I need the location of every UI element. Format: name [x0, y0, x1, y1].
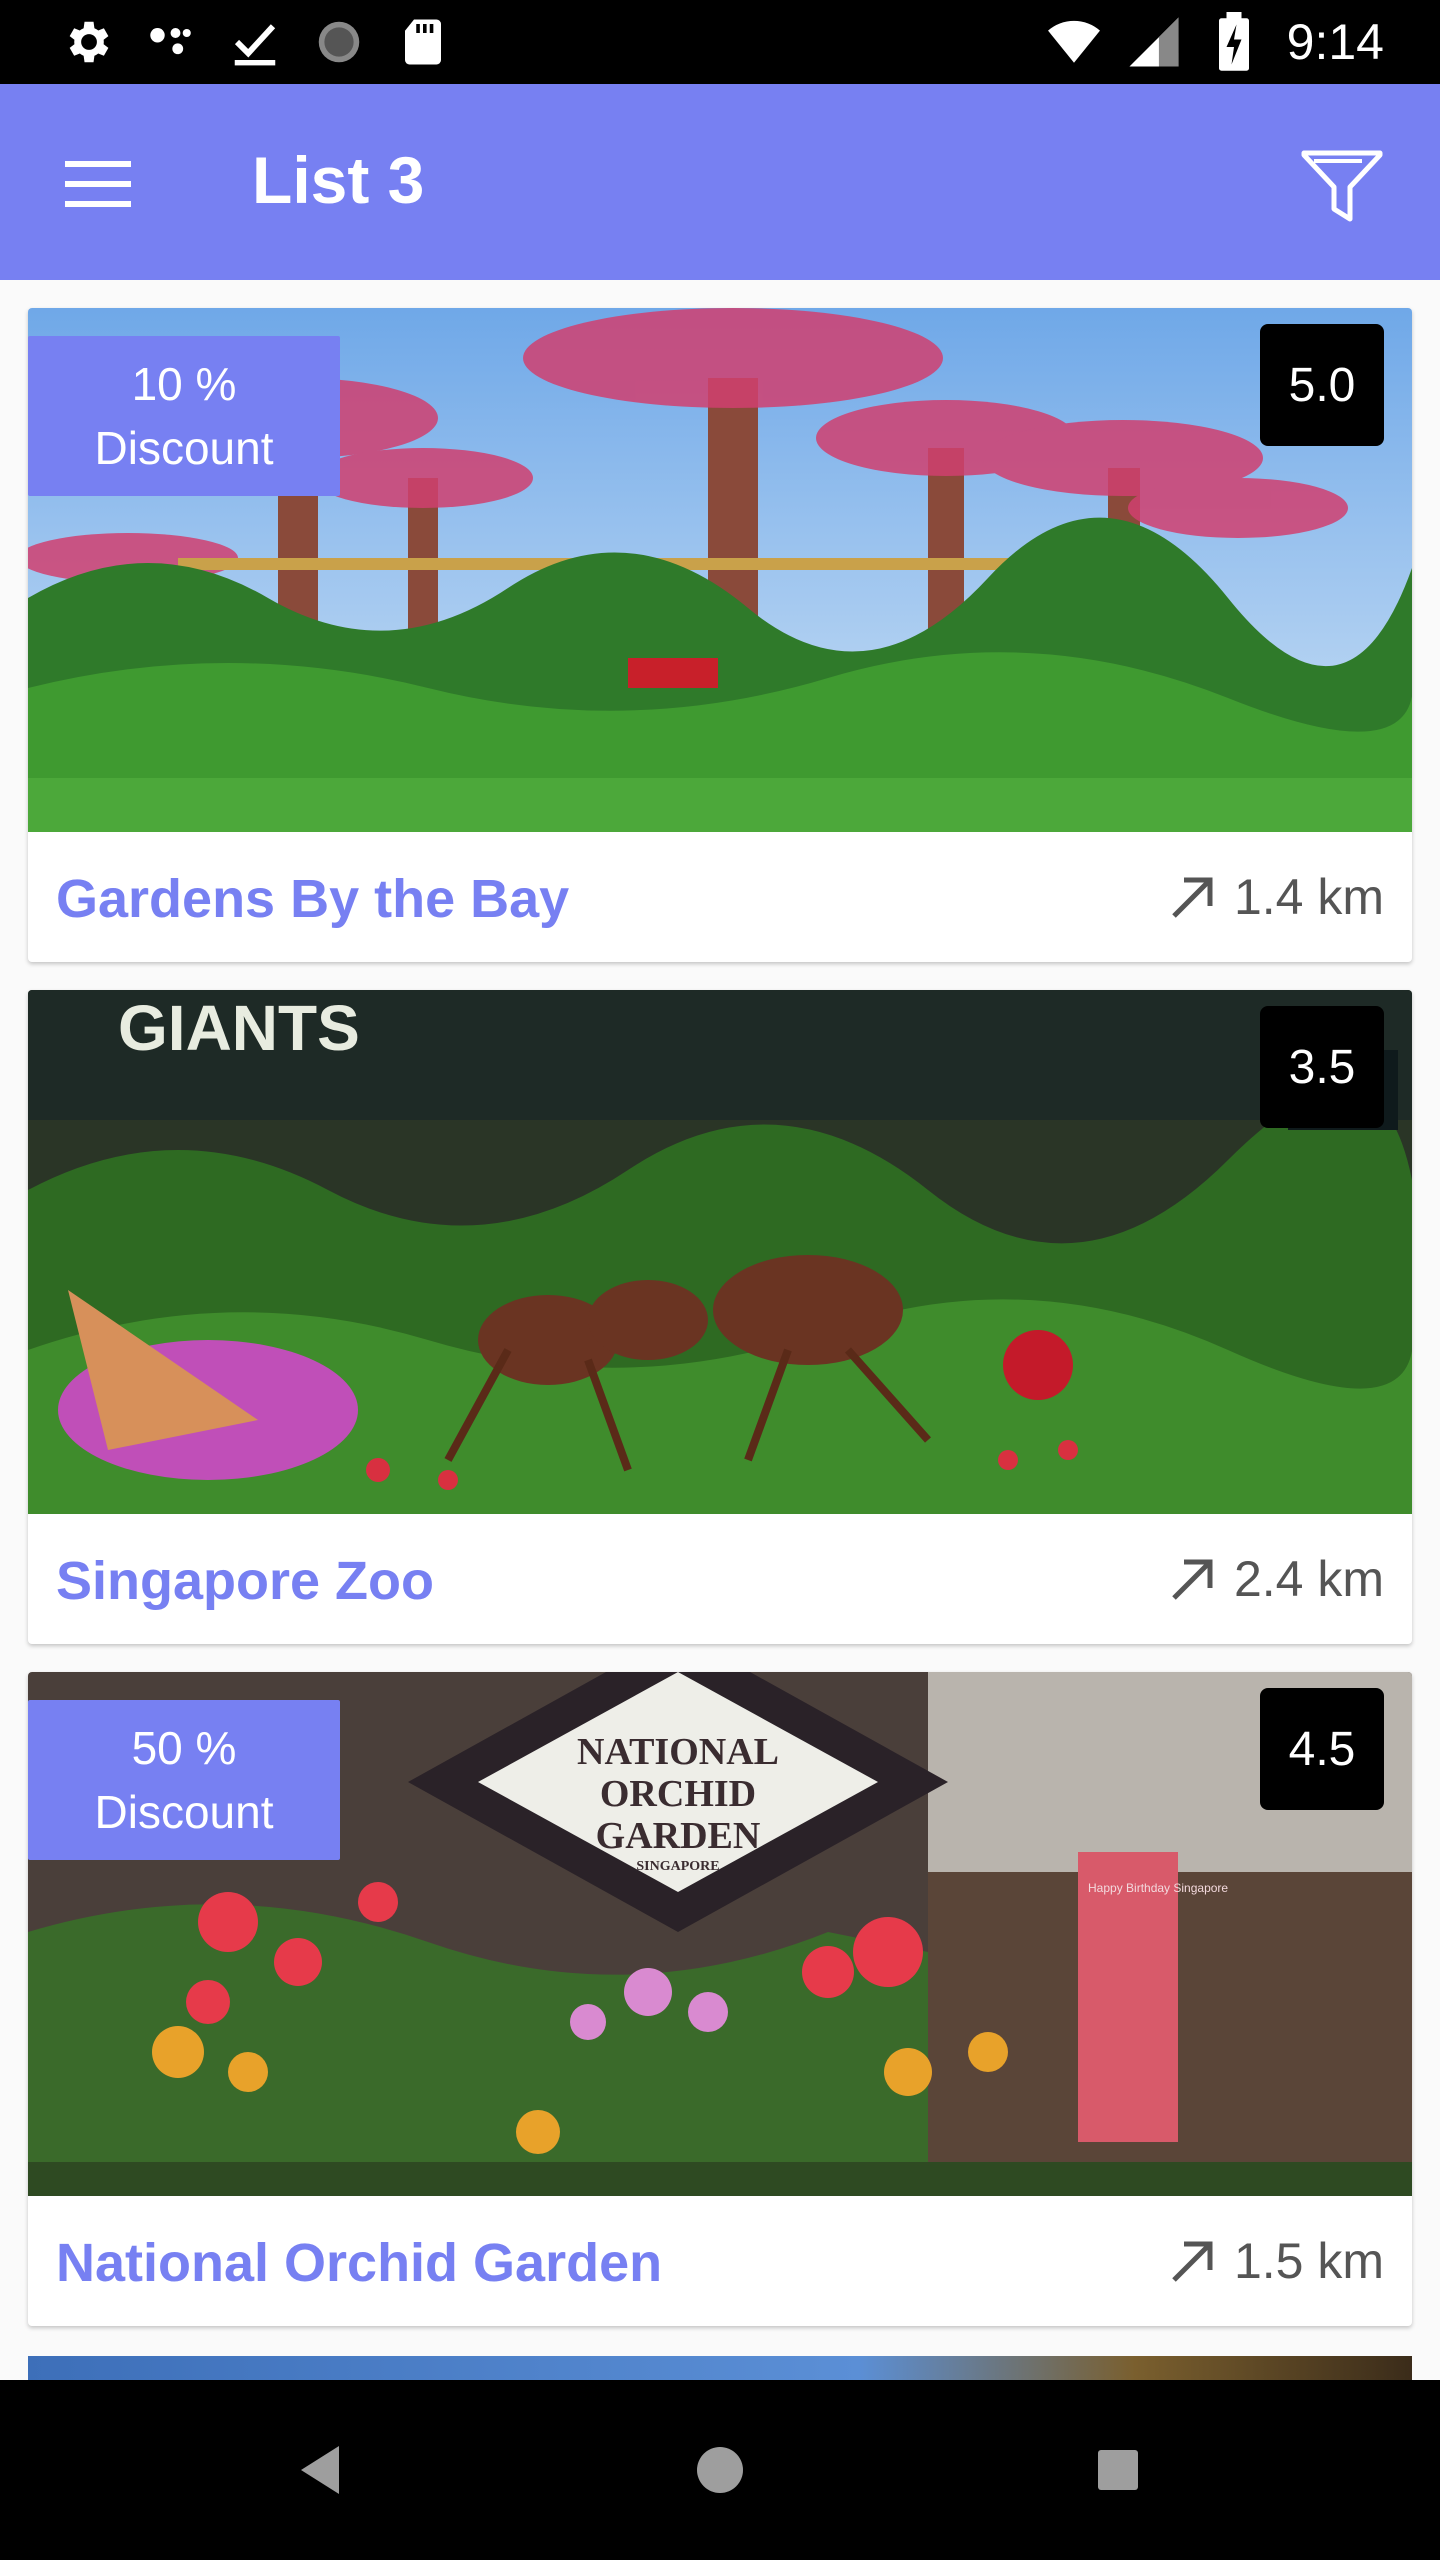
- status-icons-left: [60, 12, 450, 72]
- orchid-sign-line-4: SINGAPORE: [636, 1859, 719, 1874]
- distance: 1.5 km: [1168, 2232, 1384, 2290]
- place-photo: 10 % Discount 5.0: [28, 308, 1412, 832]
- list-item[interactable]: NATIONAL ORCHID GARDEN SINGAPORE Happy B…: [28, 1672, 1412, 2326]
- distance: 1.4 km: [1168, 868, 1384, 926]
- status-bar: 9:14: [0, 0, 1440, 84]
- distance-text: 2.4 km: [1233, 1551, 1384, 1607]
- orchid-sign-line-3: GARDEN: [596, 1815, 761, 1857]
- back-icon[interactable]: [275, 2425, 365, 2515]
- card-footer: Singapore Zoo 2.4 km: [28, 1514, 1412, 1644]
- battery-charging-icon: [1207, 12, 1261, 71]
- place-photo: NATIONAL ORCHID GARDEN SINGAPORE Happy B…: [28, 1672, 1412, 2196]
- arrow-up-right-icon: [1168, 872, 1218, 922]
- app-bar: List 3: [0, 84, 1440, 280]
- rating-badge: 4.5: [1260, 1688, 1384, 1810]
- signal-icon: [1127, 15, 1181, 69]
- discount-badge: 50 % Discount: [28, 1700, 340, 1860]
- orchid-sign-line-2: ORCHID: [600, 1773, 756, 1815]
- list-item[interactable]: 10 % Discount 5.0 Gardens By the Bay 1.4…: [28, 308, 1412, 962]
- list-item-peek[interactable]: [28, 2356, 1412, 2380]
- status-time: 9:14: [1286, 14, 1384, 70]
- status-icons-right: 9:14: [1047, 12, 1384, 72]
- rating-badge: 3.5: [1260, 1006, 1384, 1128]
- arrow-up-right-icon: [1168, 2236, 1218, 2286]
- list-item[interactable]: GIANTS 3.5 Singapore Zoo 2.4 km: [28, 990, 1412, 1644]
- recents-icon[interactable]: [1073, 2425, 1163, 2515]
- settings-icon: [60, 15, 114, 69]
- distance-text: 1.5 km: [1233, 2233, 1384, 2289]
- place-photo: GIANTS 3.5: [28, 990, 1412, 1514]
- page-title: List 3: [252, 143, 425, 217]
- rating-badge: 5.0: [1260, 324, 1384, 446]
- assistant-icon: [144, 15, 198, 69]
- discount-label: Discount: [94, 1786, 274, 1838]
- distance: 2.4 km: [1168, 1550, 1384, 1608]
- places-list[interactable]: 10 % Discount 5.0 Gardens By the Bay 1.4…: [0, 280, 1440, 2380]
- discount-value: 50 %: [131, 1721, 237, 1774]
- zoo-sign-text: GIANTS: [118, 992, 360, 1064]
- filter-icon[interactable]: [1294, 138, 1390, 234]
- arrow-up-right-icon: [1168, 1554, 1218, 1604]
- discount-label: Discount: [94, 422, 274, 474]
- distance-text: 1.4 km: [1233, 869, 1384, 925]
- discount-badge: 10 % Discount: [28, 336, 340, 496]
- navigation-bar: [0, 2380, 1440, 2560]
- hamburger-menu-icon[interactable]: [56, 142, 140, 226]
- card-footer: National Orchid Garden 1.5 km: [28, 2196, 1412, 2326]
- discount-value: 10 %: [131, 357, 237, 410]
- orchid-banner-text: Happy Birthday Singapore: [1088, 1881, 1228, 1895]
- place-title[interactable]: Singapore Zoo: [56, 1550, 434, 1612]
- download-done-icon: [228, 15, 282, 69]
- wifi-icon: [1047, 15, 1101, 69]
- card-footer: Gardens By the Bay 1.4 km: [28, 832, 1412, 962]
- orchid-sign-line-1: NATIONAL: [577, 1731, 779, 1773]
- sd-card-icon: [396, 15, 450, 69]
- place-title[interactable]: Gardens By the Bay: [56, 868, 569, 930]
- place-title[interactable]: National Orchid Garden: [56, 2232, 662, 2294]
- sync-icon: [312, 15, 366, 69]
- home-icon[interactable]: [675, 2425, 765, 2515]
